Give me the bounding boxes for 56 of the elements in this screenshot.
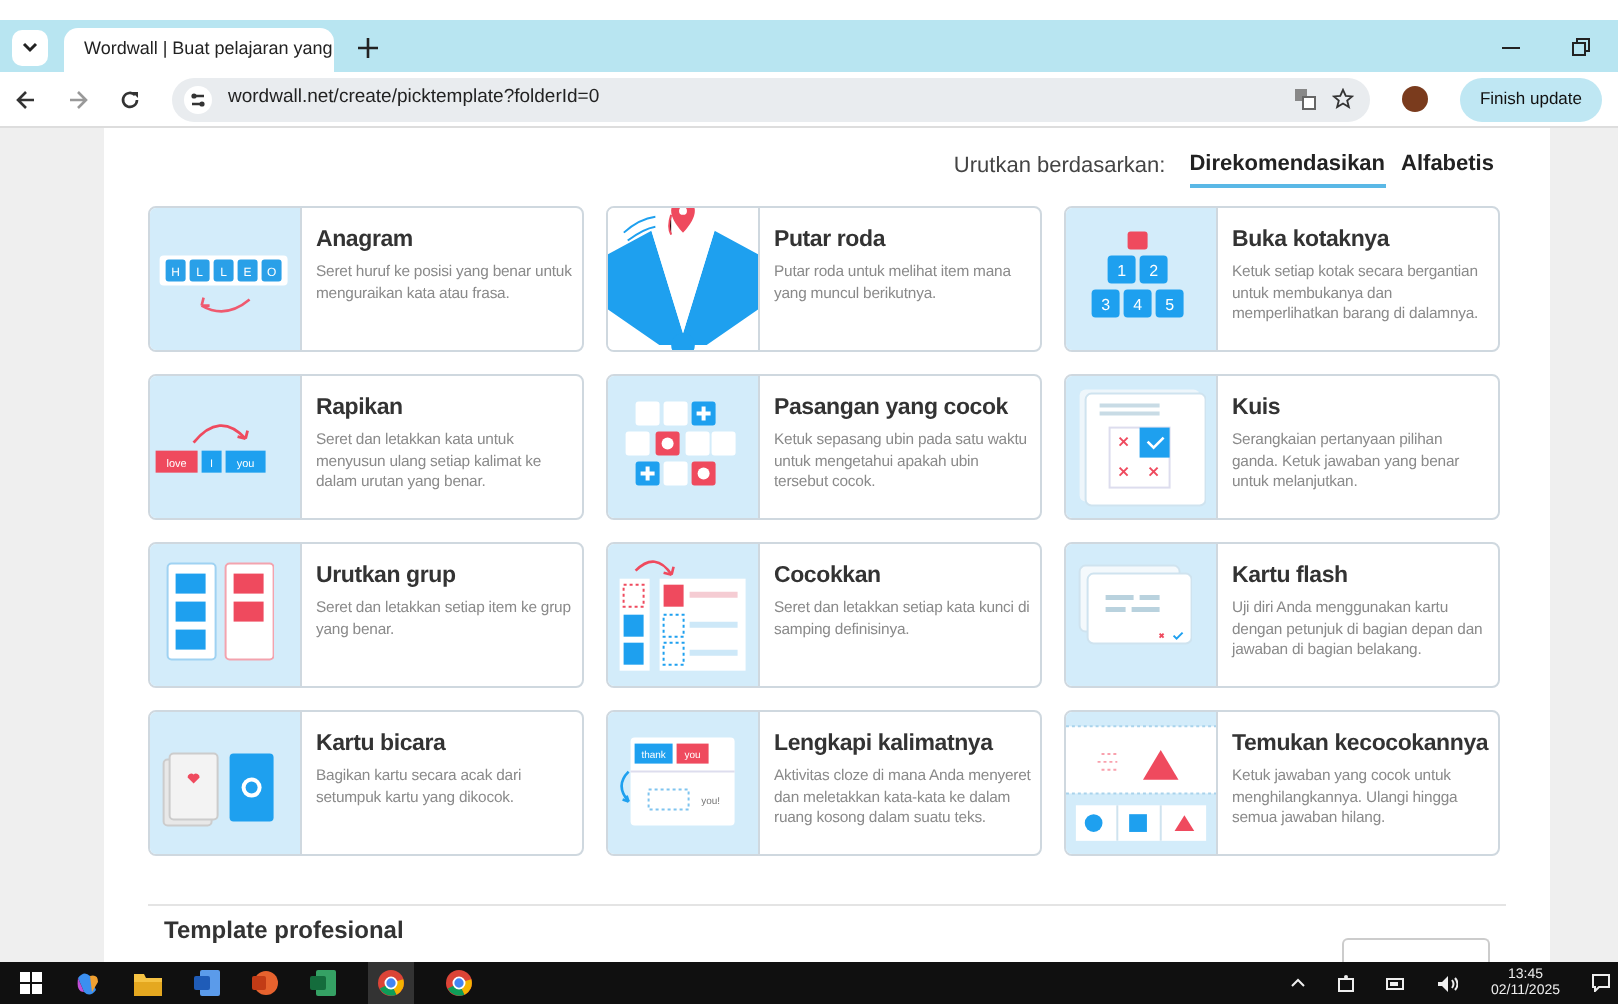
template-title: Temukan kecocokannya (1232, 730, 1490, 760)
address-field[interactable]: wordwall.net/create/picktemplate?folderId=0 (172, 77, 1370, 121)
speaker-icon[interactable] (1438, 975, 1459, 991)
tile-label: 4 (1132, 296, 1142, 314)
restore-icon[interactable] (1572, 38, 1590, 56)
translate-icon[interactable] (1293, 88, 1316, 110)
site-info-icon[interactable] (184, 85, 212, 113)
document-icon[interactable] (194, 970, 220, 996)
reload-icon[interactable] (120, 89, 140, 109)
start-icon[interactable] (20, 972, 42, 994)
template-drawing (165, 562, 275, 662)
tile-label: 1 (1116, 262, 1126, 280)
forward-icon[interactable] (68, 89, 88, 109)
sort-tab[interactable]: Alfabetis (1401, 146, 1494, 188)
back-icon[interactable] (16, 89, 36, 109)
sort-label: Urutkan berdasarkan: (953, 152, 1166, 183)
spreadsheet-icon[interactable] (310, 970, 336, 996)
template-title: Putar roda (774, 226, 888, 256)
section-heading: Template profesional (164, 916, 404, 946)
tile-label: 5 (1164, 296, 1174, 314)
template-title: Buka kotaknya (1232, 226, 1392, 256)
browser-icon[interactable] (446, 970, 472, 996)
url-text: wordwall.net/create/picktemplate?folderId=0 (228, 84, 602, 113)
notification-icon[interactable] (1592, 974, 1610, 992)
sort-tab[interactable]: Direkomendasikan (1189, 146, 1386, 188)
template-drawing (161, 752, 275, 828)
battery-icon[interactable] (1386, 977, 1407, 989)
caret-icon[interactable] (1290, 978, 1307, 988)
avatar[interactable] (1401, 86, 1428, 112)
tab-title: Wordwall | Buat pelajaran yang (84, 36, 333, 63)
browser-tab[interactable]: Wordwall | Buat pelajaran yang (64, 28, 334, 72)
template-drawing (1077, 564, 1193, 646)
template-title: Kartu bicara (316, 730, 448, 760)
caret-icon (22, 42, 38, 54)
template-title: Pasangan yang cocok (774, 394, 1010, 424)
template-title: Rapikan (316, 394, 405, 424)
browser-icon[interactable] (368, 962, 414, 1004)
template-title: Anagram (316, 226, 415, 256)
slides-icon[interactable] (252, 970, 278, 996)
tile-label: 3 (1100, 296, 1110, 314)
template-title: Cocokkan (774, 562, 883, 592)
camera-icon[interactable] (1338, 974, 1355, 992)
template-drawing (623, 400, 737, 488)
template-title: Kartu flash (1232, 562, 1350, 592)
tab-list-button[interactable] (12, 30, 48, 66)
update-button[interactable]: Finish update (1459, 77, 1602, 121)
template-drawing (617, 559, 747, 672)
assistant-icon[interactable] (74, 969, 102, 997)
template-title: Urutkan grup (316, 562, 458, 592)
folder-icon[interactable] (134, 970, 162, 996)
template-title: Kuis (1232, 394, 1283, 424)
template-title: Lengkapi kalimatnya (774, 730, 995, 760)
new-tab-icon[interactable] (358, 38, 378, 58)
tile-label: 2 (1148, 262, 1158, 280)
template-drawing (1077, 388, 1207, 508)
star-icon[interactable] (1331, 88, 1354, 110)
